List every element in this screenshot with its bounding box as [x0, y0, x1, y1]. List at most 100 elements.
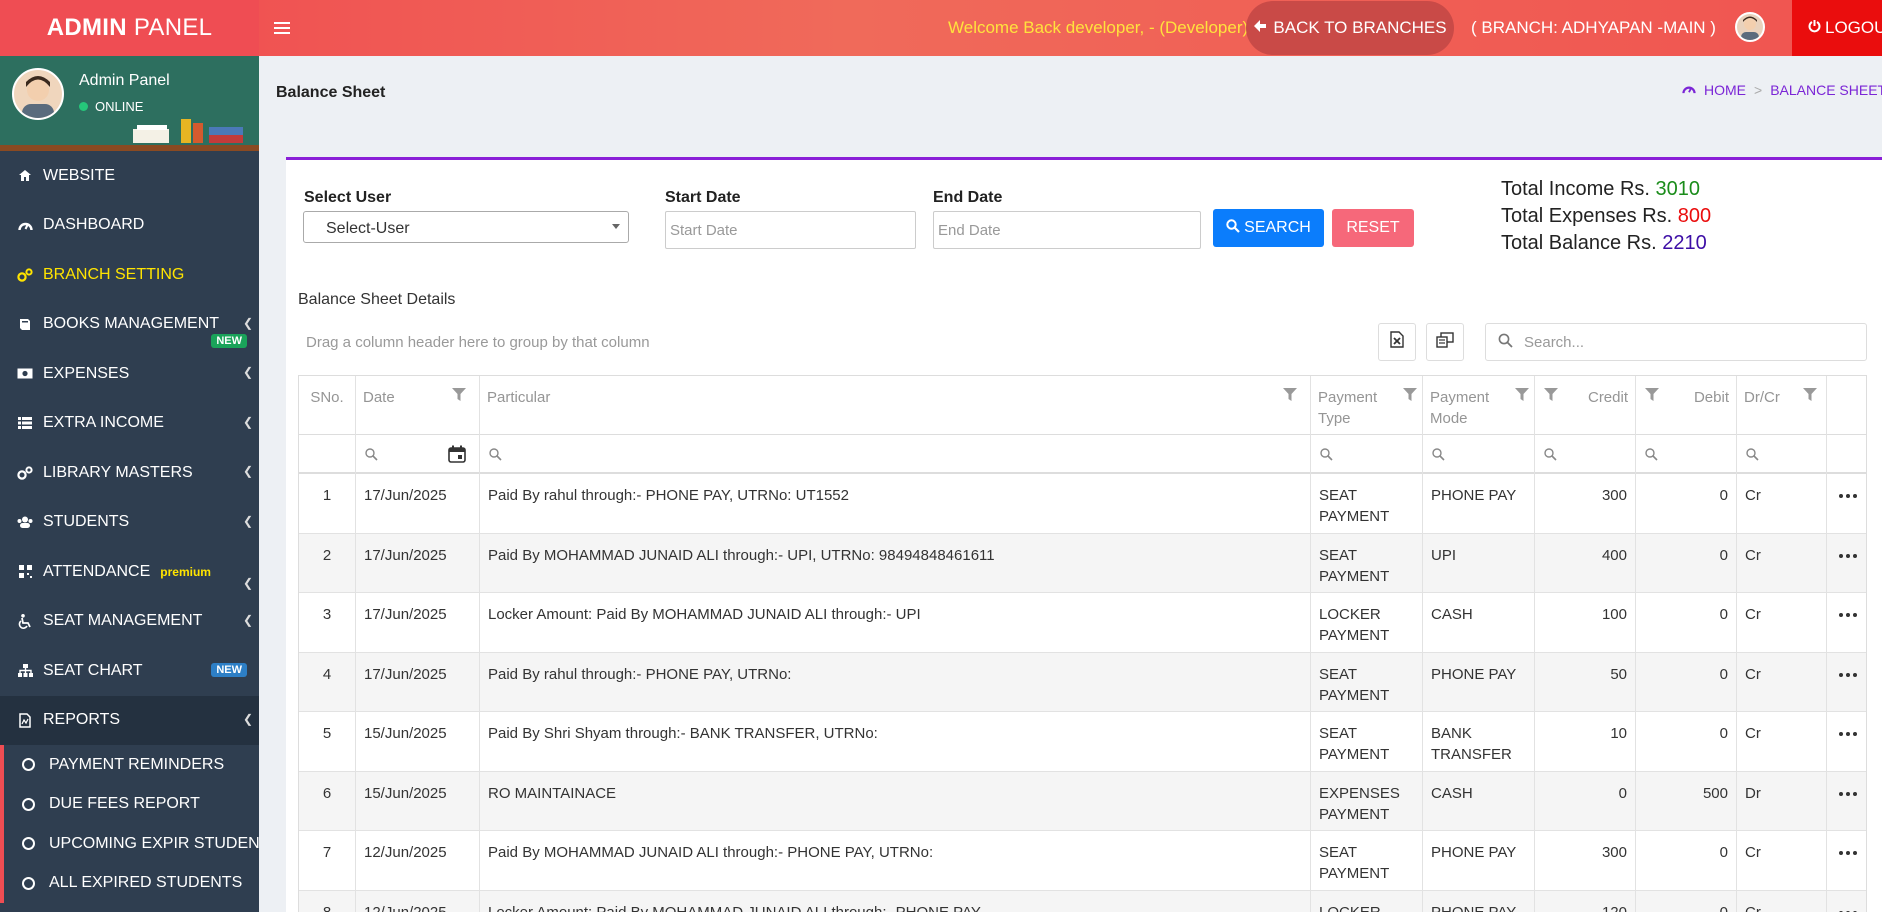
col-header-payment-mode[interactable]: Payment Mode: [1423, 376, 1535, 435]
sidebar-item-dashboard[interactable]: DASHBOARD: [0, 201, 259, 251]
filter-cell-particular[interactable]: [480, 435, 1311, 474]
sidebar-item-label: STUDENTS: [43, 513, 130, 531]
more-options-icon[interactable]: [1839, 494, 1857, 498]
sidebar-item-label: EXTRA INCOME: [43, 414, 164, 432]
sidebar-item-seat-management[interactable]: SEAT MANAGEMENT ❮: [0, 597, 259, 647]
cell-date: 15/Jun/2025: [356, 712, 480, 772]
search-button[interactable]: SEARCH: [1213, 209, 1324, 247]
menu-toggle-icon[interactable]: [274, 17, 290, 39]
more-options-icon[interactable]: [1839, 791, 1857, 796]
search-icon: [1544, 448, 1557, 461]
column-chooser-button[interactable]: [1426, 323, 1464, 361]
dashboard-icon: [1682, 82, 1696, 98]
list-icon: [17, 415, 33, 431]
sidebar-item-website[interactable]: WEBSITE: [0, 151, 259, 201]
filter-icon[interactable]: [1544, 388, 1558, 401]
table-row[interactable]: 6 15/Jun/2025 RO MAINTAINACE EXPENSES PA…: [299, 771, 1866, 832]
sidebar-item-label: WEBSITE: [43, 166, 116, 184]
table-row[interactable]: 7 12/Jun/2025 Paid By MOHAMMAD JUNAID AL…: [299, 831, 1866, 891]
submenu-payment-reminders[interactable]: PAYMENT REMINDERS: [4, 745, 259, 785]
cell-payment-type: LOCKER PAYMENT: [1311, 593, 1423, 653]
file-icon: [17, 712, 33, 728]
sidebar-item-extra-income[interactable]: EXTRA INCOME ❮: [0, 399, 259, 449]
user-avatar[interactable]: [1735, 12, 1765, 42]
table-row[interactable]: 1 17/Jun/2025 Paid By rahul through:- PH…: [299, 474, 1866, 534]
filter-icon[interactable]: [452, 388, 466, 401]
sidebar-item-reports[interactable]: REPORTS ❮: [0, 695, 259, 745]
filter-cell-date[interactable]: [356, 435, 480, 474]
sidebar-item-books-management[interactable]: BOOKS MANAGEMENT ❮ NEW: [0, 300, 259, 350]
grid-title: Balance Sheet Details: [298, 291, 456, 308]
cell-drcr: Cr: [1737, 890, 1827, 912]
filter-cell-payment-type[interactable]: [1311, 435, 1423, 474]
more-options-icon[interactable]: [1839, 613, 1857, 617]
filter-cell-debit[interactable]: [1636, 435, 1737, 474]
col-header-label: Date: [363, 389, 395, 406]
chevron-left-icon: ❮: [242, 414, 253, 429]
filter-cell-credit[interactable]: [1535, 435, 1636, 474]
select-user-dropdown[interactable]: Select-User: [303, 211, 629, 243]
submenu-due-fees-report[interactable]: DUE FEES REPORT: [4, 785, 259, 825]
more-options-icon[interactable]: [1839, 851, 1857, 855]
row-actions: [1827, 772, 1866, 832]
balance-sheet-grid: SNo. Date Particular Payment Type Paymen…: [298, 375, 1867, 912]
end-date-input[interactable]: End Date: [933, 211, 1201, 249]
logout-button[interactable]: LOGOU: [1792, 0, 1882, 56]
submenu-all-expired-students[interactable]: ALL EXPIRED STUDENTS: [4, 864, 259, 904]
start-date-input[interactable]: Start Date: [665, 211, 916, 249]
cell-drcr: Cr: [1737, 533, 1827, 593]
grid-search-input[interactable]: Search...: [1485, 323, 1867, 361]
more-options-icon[interactable]: [1839, 672, 1857, 677]
cell-particular: RO MAINTAINACE: [480, 771, 1311, 831]
circle-icon: [22, 758, 35, 772]
premium-badge: premium: [160, 564, 211, 579]
filter-icon[interactable]: [1403, 388, 1417, 401]
cell-date: 12/Jun/2025: [356, 831, 480, 891]
table-row[interactable]: 8 12/Jun/2025 Locker Amount: Paid By MOH…: [299, 890, 1866, 912]
sidebar-item-expenses[interactable]: EXPENSES ❮: [0, 349, 259, 399]
cell-payment-type: EXPENSES PAYMENT: [1311, 771, 1423, 831]
back-to-branches-button[interactable]: BACK TO BRANCHES: [1246, 1, 1454, 55]
total-income: Total Income Rs. 3010: [1501, 176, 1711, 203]
sidebar-item-library-masters[interactable]: LIBRARY MASTERS ❮: [0, 448, 259, 498]
more-options-icon[interactable]: [1839, 553, 1857, 558]
filter-cell-drcr[interactable]: [1737, 435, 1827, 474]
profile-status: ONLINE: [79, 99, 143, 114]
sidebar-item-seat-chart[interactable]: SEAT CHART NEW: [0, 646, 259, 696]
caret-down-icon: [612, 224, 620, 229]
col-header-credit[interactable]: Credit: [1535, 376, 1636, 435]
filter-icon[interactable]: [1515, 388, 1529, 401]
table-row[interactable]: 4 17/Jun/2025 Paid By rahul through:- PH…: [299, 652, 1866, 712]
export-excel-button[interactable]: [1378, 323, 1416, 361]
table-row[interactable]: 2 17/Jun/2025 Paid By MOHAMMAD JUNAID AL…: [299, 533, 1866, 593]
filter-cell-payment-mode[interactable]: [1423, 435, 1535, 474]
more-options-icon[interactable]: [1839, 732, 1857, 736]
col-header-debit[interactable]: Debit: [1636, 376, 1737, 435]
filter-icon[interactable]: [1645, 388, 1659, 401]
filter-cell-sno: [299, 435, 356, 474]
col-header-sno[interactable]: SNo.: [299, 376, 356, 435]
breadcrumb-separator: >: [1754, 82, 1763, 98]
cell-credit: 10: [1535, 712, 1636, 772]
filter-icon[interactable]: [1283, 388, 1297, 401]
cell-sno: 1: [299, 474, 356, 534]
calendar-icon[interactable]: [448, 445, 466, 463]
reset-button[interactable]: RESET: [1332, 209, 1414, 247]
table-row[interactable]: 5 15/Jun/2025 Paid By Shri Shyam through…: [299, 712, 1866, 772]
col-header-date[interactable]: Date: [356, 376, 480, 435]
breadcrumb-home[interactable]: HOME: [1704, 82, 1746, 98]
filter-icon[interactable]: [1803, 388, 1817, 401]
col-header-particular[interactable]: Particular: [480, 376, 1311, 435]
sidebar-item-branch-setting[interactable]: BRANCH SETTING: [0, 250, 259, 300]
submenu-upcoming-expir-students[interactable]: UPCOMING EXPIR STUDENTS: [4, 824, 259, 864]
brand-logo[interactable]: ADMIN PANEL: [0, 0, 259, 56]
sidebar-item-label: DASHBOARD: [43, 216, 145, 234]
sidebar-item-attendance[interactable]: ATTENDANCE premium ❮: [0, 547, 259, 597]
submenu-label: UPCOMING EXPIR STUDENTS: [49, 834, 259, 852]
table-row[interactable]: 3 17/Jun/2025 Locker Amount: Paid By MOH…: [299, 593, 1866, 653]
cell-payment-mode: BANK TRANSFER: [1423, 712, 1535, 772]
col-header-payment-type[interactable]: Payment Type: [1311, 376, 1423, 435]
online-dot-icon: [79, 102, 88, 111]
col-header-drcr[interactable]: Dr/Cr: [1737, 376, 1827, 435]
sidebar-item-students[interactable]: STUDENTS ❮: [0, 498, 259, 548]
